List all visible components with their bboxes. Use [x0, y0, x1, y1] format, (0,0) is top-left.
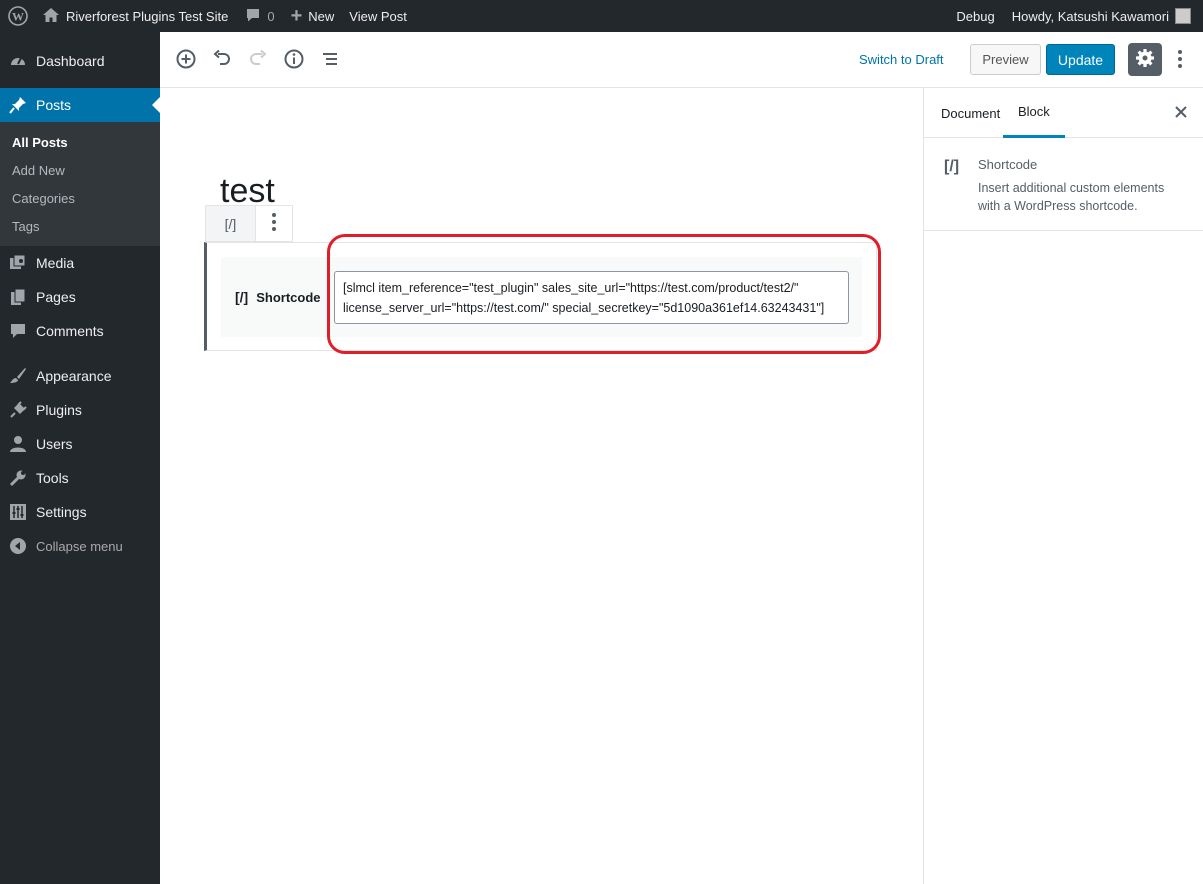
shortcode-textarea[interactable]: [slmcl item_reference="test_plugin" sale…: [334, 271, 849, 324]
pin-icon: [8, 95, 28, 115]
gear-icon: [1135, 48, 1155, 71]
new-content-link[interactable]: + New: [291, 0, 335, 32]
add-block-button[interactable]: [172, 46, 200, 74]
brush-icon: [8, 366, 28, 386]
tab-block[interactable]: Block: [1003, 88, 1065, 138]
posts-submenu: All Posts Add New Categories Tags: [0, 122, 160, 246]
dashboard-icon: [8, 51, 28, 71]
menu-item-dashboard[interactable]: Dashboard: [0, 44, 160, 78]
editor-canvas: test [/] [/] Shortcode [slmcl item_refer…: [160, 88, 923, 884]
howdy-label: Howdy, Katsushi Kawamori: [1011, 8, 1169, 24]
comment-bubble-icon: [245, 7, 261, 26]
pages-icon: [8, 287, 28, 307]
block-type-switcher[interactable]: [/]: [206, 206, 256, 241]
sliders-icon: [8, 502, 28, 522]
debug-label: Debug: [956, 8, 995, 24]
admin-bar: W Riverforest Plugins Test Site 0 + New …: [0, 0, 1203, 32]
settings-toggle-button[interactable]: [1128, 43, 1162, 76]
menu-label: Comments: [36, 323, 104, 339]
avatar: [1175, 8, 1191, 24]
shortcode-icon: [/]: [235, 289, 249, 305]
user-icon: [8, 434, 28, 454]
new-label: New: [308, 8, 335, 24]
redo-button[interactable]: [244, 46, 272, 74]
menu-label: Posts: [36, 97, 72, 113]
submenu-tags[interactable]: Tags: [0, 212, 160, 240]
shortcode-block[interactable]: [/] Shortcode [slmcl item_reference="tes…: [204, 242, 877, 351]
wrench-icon: [8, 468, 28, 488]
menu-item-users[interactable]: Users: [0, 427, 160, 461]
comments-count: 0: [267, 8, 275, 24]
comment-icon: [8, 321, 28, 341]
submenu-add-new[interactable]: Add New: [0, 156, 160, 184]
collapse-menu-button[interactable]: Collapse menu: [0, 529, 160, 563]
block-more-options-button[interactable]: [256, 206, 292, 241]
settings-tabs: Document Block: [924, 88, 1203, 138]
vertical-ellipsis-icon: [271, 212, 277, 235]
menu-label: Dashboard: [36, 53, 105, 69]
plug-icon: [8, 400, 28, 420]
shortcode-icon: [/]: [224, 215, 237, 232]
site-name-link[interactable]: Riverforest Plugins Test Site: [42, 0, 228, 32]
editor-header: Switch to Draft Preview Update: [160, 32, 1203, 88]
svg-text:W: W: [12, 10, 24, 24]
shortcode-block-label: [/] Shortcode: [235, 289, 321, 305]
menu-label: Media: [36, 255, 75, 271]
menu-label: Users: [36, 436, 73, 452]
collapse-arrow-icon: [8, 536, 28, 556]
menu-item-settings[interactable]: Settings: [0, 495, 160, 529]
menu-label: Tools: [36, 470, 69, 486]
block-navigation-button[interactable]: [316, 46, 344, 74]
close-icon: [1175, 105, 1187, 121]
more-tools-button[interactable]: [1170, 46, 1190, 74]
comments-link[interactable]: 0: [245, 0, 275, 32]
menu-item-posts[interactable]: Posts: [0, 88, 160, 122]
shortcode-block-body: [/] Shortcode [slmcl item_reference="tes…: [221, 257, 862, 337]
block-card-description: Insert additional custom elements with a…: [978, 181, 1165, 213]
view-post-label: View Post: [349, 8, 407, 24]
media-icon: [8, 253, 28, 273]
menu-item-comments[interactable]: Comments: [0, 314, 160, 348]
block-card-title: Shortcode: [978, 157, 1038, 172]
my-account-link[interactable]: Howdy, Katsushi Kawamori: [1012, 0, 1191, 32]
tab-document[interactable]: Document: [941, 88, 1000, 138]
shortcode-label-text: Shortcode: [256, 289, 321, 305]
update-button[interactable]: Update: [1046, 44, 1115, 75]
menu-item-tools[interactable]: Tools: [0, 461, 160, 495]
menu-item-pages[interactable]: Pages: [0, 280, 160, 314]
settings-sidebar: Document Block [/] Shortcode Insert addi…: [923, 88, 1203, 884]
collapse-menu-label: Collapse menu: [36, 538, 123, 554]
block-toolbar: [/]: [205, 205, 293, 242]
vertical-ellipsis-icon: [1177, 49, 1183, 72]
submenu-all-posts[interactable]: All Posts: [0, 128, 160, 156]
wordpress-logo-icon[interactable]: W: [0, 0, 36, 32]
plus-icon: +: [290, 5, 303, 27]
redo-icon: [248, 49, 268, 72]
menu-label: Pages: [36, 289, 76, 305]
preview-button[interactable]: Preview: [970, 44, 1041, 75]
site-name-label: Riverforest Plugins Test Site: [66, 8, 229, 24]
undo-icon: [212, 49, 232, 72]
close-sidebar-button[interactable]: [1172, 104, 1190, 122]
info-icon: [283, 48, 305, 73]
undo-button[interactable]: [208, 46, 236, 74]
menu-label: Plugins: [36, 402, 82, 418]
list-icon: [320, 49, 340, 72]
menu-item-media[interactable]: Media: [0, 246, 160, 280]
block-card: [/] Shortcode Insert additional custom e…: [924, 138, 1203, 231]
content-info-button[interactable]: [280, 46, 308, 74]
menu-item-plugins[interactable]: Plugins: [0, 393, 160, 427]
home-icon: [42, 7, 60, 26]
admin-menu: Dashboard Posts All Posts Add New Catego…: [0, 32, 160, 884]
submenu-categories[interactable]: Categories: [0, 184, 160, 212]
menu-label: Settings: [36, 504, 87, 520]
add-circle-icon: [175, 48, 197, 73]
view-post-link[interactable]: View Post: [349, 0, 407, 32]
shortcode-icon: [/]: [944, 158, 960, 175]
menu-item-appearance[interactable]: Appearance: [0, 359, 160, 393]
menu-label: Appearance: [36, 368, 112, 384]
switch-to-draft-button[interactable]: Switch to Draft: [859, 52, 944, 67]
debug-link[interactable]: Debug: [956, 0, 994, 32]
